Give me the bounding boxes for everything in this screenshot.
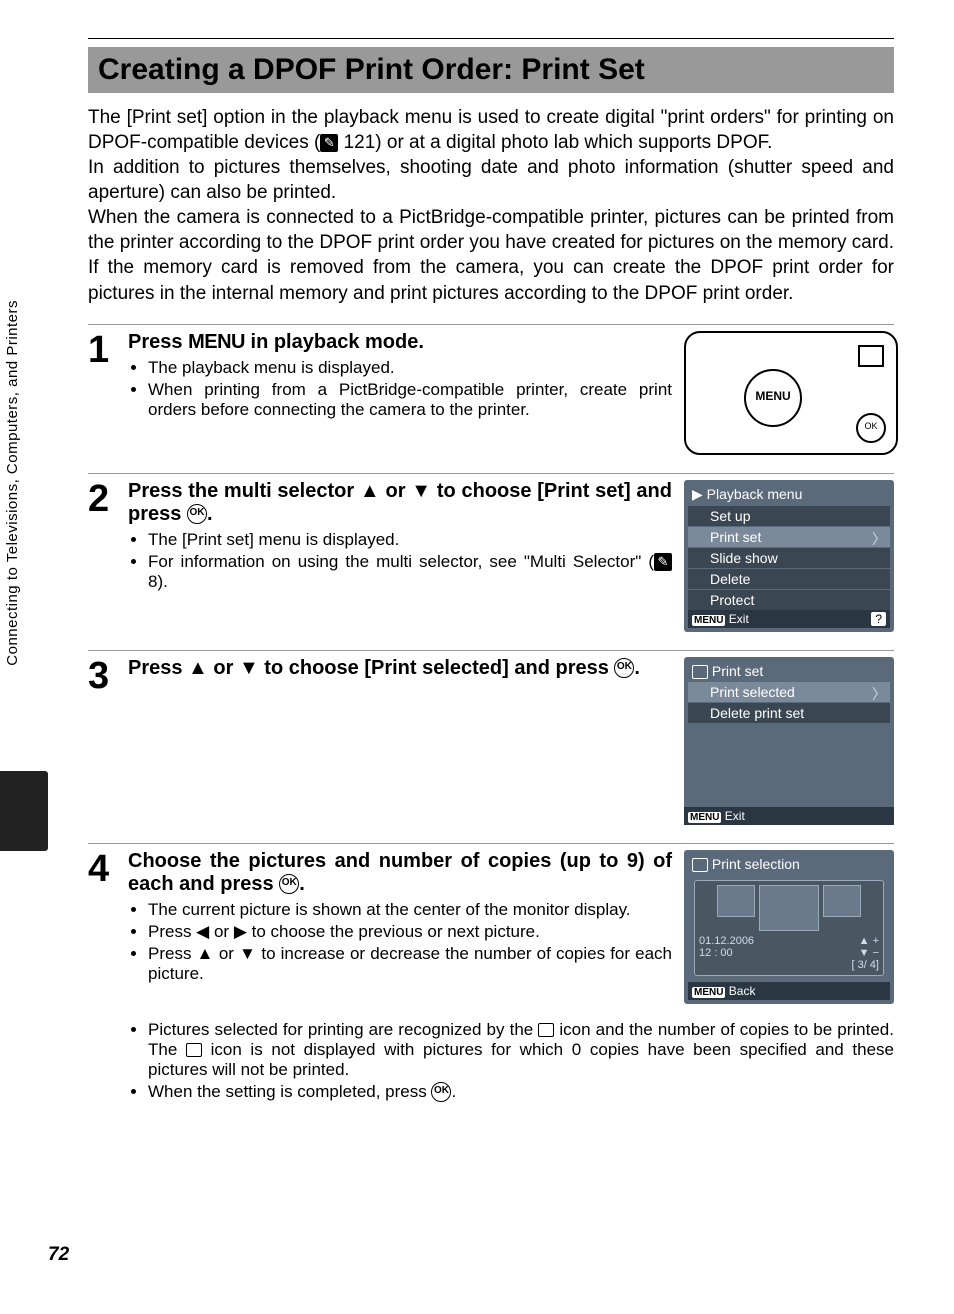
- intro-p1: The [Print set] option in the playback m…: [88, 105, 894, 155]
- lcd-playback-menu: ▶ Playback menu Set up Print set Slide s…: [684, 480, 894, 632]
- lcd-item-selected: Print selected: [688, 681, 890, 702]
- menu-badge: MENU: [688, 812, 721, 823]
- menu-button-icon: MENU: [744, 369, 802, 427]
- bullet: The playback menu is displayed.: [148, 358, 672, 378]
- lcd-item: Set up: [688, 505, 890, 526]
- bullet: When printing from a PictBridge-compatib…: [148, 380, 672, 420]
- print-icon: [538, 1023, 554, 1037]
- intro-block: The [Print set] option in the playback m…: [88, 105, 894, 306]
- step-number: 3: [88, 657, 128, 825]
- rule-top: [88, 38, 894, 39]
- lcd-item: Delete print set: [688, 702, 890, 723]
- thumbnail: [717, 885, 755, 917]
- step-heading: Choose the pictures and number of copies…: [128, 850, 672, 896]
- intro-p2: In addition to pictures themselves, shoo…: [88, 155, 894, 205]
- print-icon: [692, 858, 708, 872]
- page: Connecting to Televisions, Computers, an…: [0, 0, 954, 1314]
- ref-icon: ✎: [320, 134, 338, 152]
- ok-button-icon: OK: [856, 413, 886, 443]
- lcd-title: ▶ Playback menu: [688, 484, 890, 505]
- lcd-footer: MENU Back: [688, 982, 890, 1000]
- help-icon: ?: [871, 612, 886, 626]
- bullet: When the setting is completed, press OK.: [148, 1082, 894, 1103]
- step-bullets-cont: Pictures selected for printing are recog…: [128, 1020, 894, 1105]
- lcd-footer: MENU Exit: [684, 807, 894, 825]
- bullet: Pictures selected for printing are recog…: [148, 1020, 894, 1080]
- lcd-item: Protect: [688, 589, 890, 610]
- menu-word: MENU: [188, 331, 245, 353]
- print-icon: [692, 665, 708, 679]
- mode-icon: [858, 345, 884, 367]
- intro-p3: When the camera is connected to a PictBr…: [88, 205, 894, 305]
- step-4: 4 Choose the pictures and number of copi…: [88, 843, 894, 1105]
- lcd-item-selected: Print set: [688, 526, 890, 547]
- lcd-item: Slide show: [688, 547, 890, 568]
- step-bullets: The playback menu is displayed. When pri…: [128, 358, 672, 420]
- lcd-footer: MENU Exit ?: [688, 610, 890, 628]
- thumbnail: [823, 885, 861, 917]
- lcd-counter: [ 3/ 4]: [699, 959, 879, 971]
- side-section-label: Connecting to Televisions, Computers, an…: [4, 300, 21, 666]
- ref-icon: ✎: [654, 553, 672, 571]
- step-number: 1: [88, 331, 128, 455]
- lcd-item: Delete: [688, 568, 890, 589]
- lcd-date: 01.12.2006: [699, 935, 754, 947]
- step-heading: Press ▲ or ▼ to choose [Print selected] …: [128, 657, 672, 680]
- menu-badge: MENU: [692, 987, 725, 998]
- side-tab: [0, 771, 48, 851]
- bullet: The current picture is shown at the cent…: [148, 900, 672, 920]
- lcd-print-selection: Print selection 01.1: [684, 850, 894, 1004]
- step-1: 1 Press MENU in playback mode. The playb…: [88, 324, 894, 455]
- title-bar: Creating a DPOF Print Order: Print Set: [88, 47, 894, 93]
- lcd-time: 12 : 00: [699, 947, 754, 959]
- plus-icon: ▲ +: [859, 935, 879, 947]
- print-icon: [186, 1043, 202, 1057]
- ok-icon: OK: [614, 658, 634, 678]
- menu-badge: MENU: [692, 615, 725, 626]
- bullet: For information on using the multi selec…: [148, 552, 672, 592]
- thumbnail-strip: 01.12.2006 12 : 00 ▲ + ▼ − [: [694, 880, 884, 976]
- camera-illustration: MENU OK: [684, 331, 894, 455]
- lcd-title: Print selection: [688, 854, 890, 874]
- step-number: 4: [88, 850, 128, 1105]
- step-bullets: The [Print set] menu is displayed. For i…: [128, 530, 672, 592]
- bullet: Press ◀ or ▶ to choose the previous or n…: [148, 922, 672, 942]
- ok-icon: OK: [187, 504, 207, 524]
- step-number: 2: [88, 480, 128, 632]
- minus-icon: ▼ −: [859, 947, 879, 959]
- ok-icon: OK: [431, 1082, 451, 1102]
- step-2: 2 Press the multi selector ▲ or ▼ to cho…: [88, 473, 894, 632]
- step-3: 3 Press ▲ or ▼ to choose [Print selected…: [88, 650, 894, 825]
- step-heading: Press the multi selector ▲ or ▼ to choos…: [128, 480, 672, 526]
- thumbnail-current: [759, 885, 819, 931]
- page-number: 72: [48, 1244, 69, 1266]
- page-title: Creating a DPOF Print Order: Print Set: [98, 53, 884, 87]
- step-heading: Press MENU in playback mode.: [128, 331, 672, 354]
- ok-icon: OK: [279, 874, 299, 894]
- bullet: The [Print set] menu is displayed.: [148, 530, 672, 550]
- lcd-print-set: Print set Print selected Delete print se…: [684, 657, 894, 825]
- bullet: Press ▲ or ▼ to increase or decrease the…: [148, 944, 672, 984]
- steps: 1 Press MENU in playback mode. The playb…: [88, 324, 894, 1105]
- content: Creating a DPOF Print Order: Print Set T…: [88, 38, 894, 1104]
- step-bullets: The current picture is shown at the cent…: [128, 900, 672, 984]
- lcd-title: Print set: [688, 661, 890, 681]
